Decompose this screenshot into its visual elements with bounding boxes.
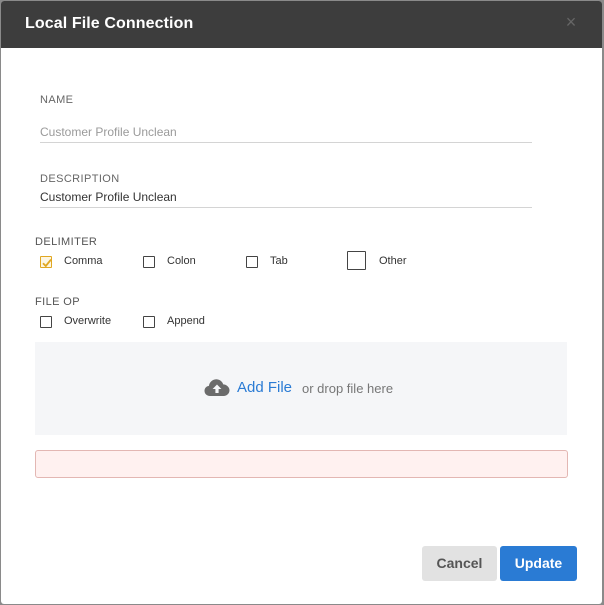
delimiter-label: DELIMITER [35, 236, 98, 248]
cancel-button[interactable]: Cancel [422, 546, 497, 581]
cloud-upload-icon[interactable] [204, 377, 230, 397]
file-dropzone[interactable] [35, 342, 567, 435]
delimiter-comma-label[interactable]: Comma [64, 255, 103, 267]
local-file-connection-dialog: Local File Connection × NAME DESCRIPTION… [1, 1, 602, 604]
drop-file-hint: or drop file here [302, 381, 394, 396]
description-label: DESCRIPTION [40, 173, 120, 185]
file-op-append-checkbox[interactable] [143, 316, 155, 328]
file-op-overwrite-checkbox[interactable] [40, 316, 52, 328]
delimiter-other-label[interactable]: Other [379, 255, 407, 267]
delimiter-colon-checkbox[interactable] [143, 256, 155, 268]
name-input[interactable] [40, 122, 532, 143]
checkmark-icon [42, 259, 52, 268]
description-input[interactable] [40, 187, 532, 208]
name-label: NAME [40, 94, 74, 106]
delimiter-tab-checkbox[interactable] [246, 256, 258, 268]
delimiter-other-checkbox[interactable] [347, 251, 366, 270]
dialog-header: Local File Connection × [1, 1, 602, 48]
update-button[interactable]: Update [500, 546, 577, 581]
add-file-link[interactable]: Add File [237, 379, 292, 396]
file-op-label: FILE OP [35, 296, 80, 308]
dialog-title: Local File Connection [25, 15, 194, 32]
close-icon[interactable]: × [561, 11, 581, 33]
delimiter-tab-label[interactable]: Tab [270, 255, 288, 267]
file-op-overwrite-label[interactable]: Overwrite [64, 315, 111, 327]
file-op-append-label[interactable]: Append [167, 315, 205, 327]
delimiter-colon-label[interactable]: Colon [167, 255, 196, 267]
file-status-box [35, 450, 568, 478]
delimiter-comma-checkbox[interactable] [40, 256, 52, 268]
